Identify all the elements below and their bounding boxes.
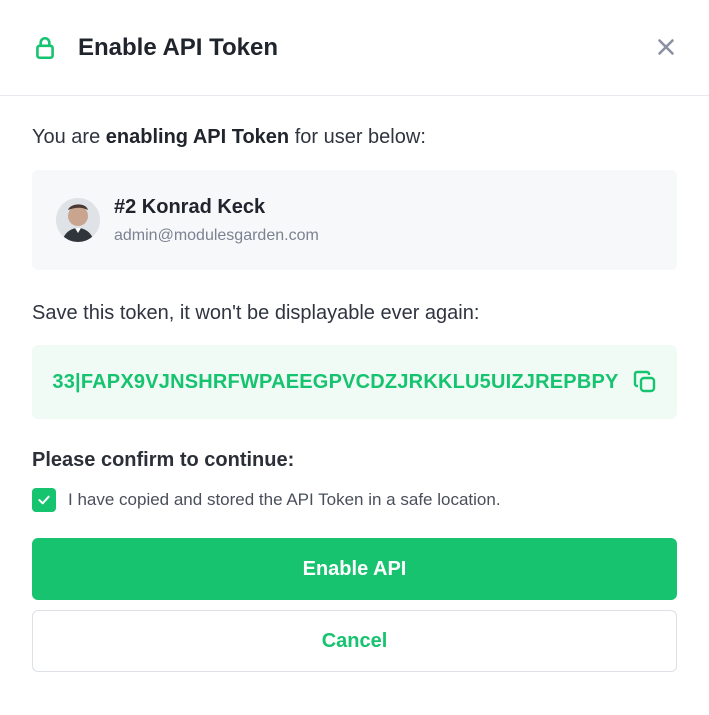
- close-icon[interactable]: [653, 34, 679, 60]
- avatar-image: [56, 198, 100, 242]
- confirmation-label[interactable]: I have copied and stored the API Token i…: [68, 490, 501, 510]
- lead-suffix: for user below:: [289, 126, 426, 148]
- modal-title: Enable API Token: [78, 33, 279, 61]
- user-email: admin@modulesgarden.com: [114, 226, 319, 244]
- modal-header: Enable API Token: [0, 0, 709, 96]
- confirmation-checkbox[interactable]: [32, 488, 56, 512]
- lead-text: You are enabling API Token for user belo…: [32, 124, 677, 150]
- copy-icon[interactable]: [633, 370, 657, 394]
- lock-icon: [36, 36, 54, 59]
- token-value: 33|FAPX9VJNSHRFWPAEEGPVCDZJRKKLU5UIZJREP…: [52, 370, 619, 393]
- save-notice: Save this token, it won't be displayable…: [32, 302, 480, 324]
- modal-content: You are enabling API Token for user belo…: [0, 96, 709, 672]
- avatar: [56, 198, 100, 242]
- user-card: #2 Konrad Keck admin@modulesgarden.com: [32, 170, 677, 270]
- confirm-title: Please confirm to continue:: [32, 449, 295, 471]
- lead-prefix: You are: [32, 126, 106, 148]
- check-icon: [38, 495, 50, 505]
- enable-api-token-modal: Enable API Token You are enabling API To…: [0, 0, 709, 715]
- confirmation-row: I have copied and stored the API Token i…: [32, 488, 677, 512]
- user-info: #2 Konrad Keck admin@modulesgarden.com: [114, 196, 319, 245]
- token-box: 33|FAPX9VJNSHRFWPAEEGPVCDZJRKKLU5UIZJREP…: [32, 345, 677, 419]
- enable-api-button[interactable]: Enable API: [32, 538, 677, 600]
- user-name: #2 Konrad Keck: [114, 195, 266, 218]
- cancel-button[interactable]: Cancel: [32, 610, 677, 672]
- lead-bold: enabling API Token: [105, 126, 290, 148]
